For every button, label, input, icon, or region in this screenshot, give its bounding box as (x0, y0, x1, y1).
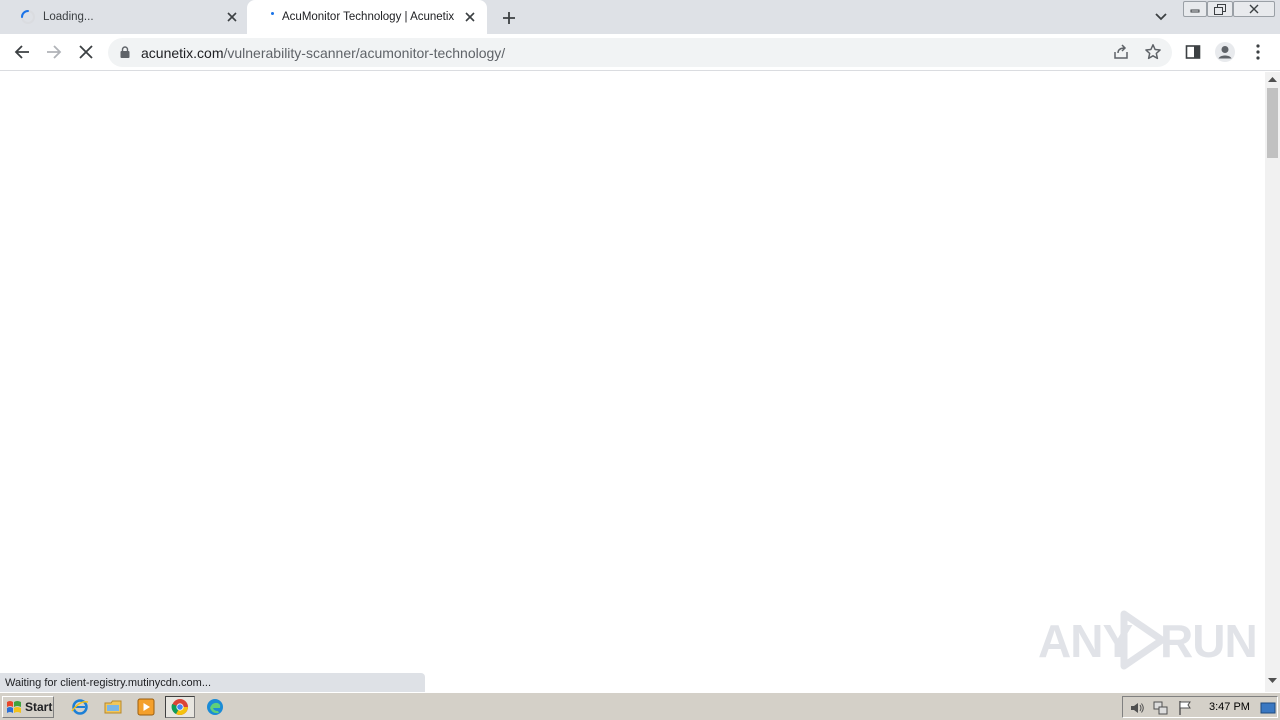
internet-explorer-icon[interactable] (71, 698, 89, 716)
new-tab-button[interactable] (498, 7, 520, 29)
close-icon (1249, 4, 1259, 14)
avatar-icon (1215, 42, 1235, 62)
anyrun-watermark: ANY RUN (1038, 608, 1258, 672)
back-button[interactable] (10, 40, 34, 64)
close-tab-icon[interactable] (462, 9, 478, 25)
tab-title: Loading... (43, 11, 94, 23)
scroll-up-icon[interactable] (1268, 76, 1277, 82)
share-icon[interactable] (1112, 43, 1130, 61)
side-panel-button[interactable] (1181, 40, 1205, 64)
vertical-scrollbar[interactable] (1265, 72, 1280, 692)
watermark-text-right: RUN (1160, 615, 1258, 667)
bookmark-star-icon[interactable] (1144, 43, 1162, 61)
profile-button[interactable] (1213, 40, 1237, 64)
minimize-icon (1190, 9, 1200, 13)
arrow-right-icon (47, 45, 62, 59)
window-restore-button[interactable] (1207, 1, 1233, 17)
chevron-down-icon (1155, 13, 1167, 21)
close-icon (79, 45, 93, 59)
show-desktop-icon[interactable] (1260, 700, 1276, 716)
window-close-button[interactable] (1233, 1, 1275, 17)
url-host: acunetix.com (141, 45, 224, 61)
stop-loading-button[interactable] (74, 40, 98, 64)
forward-button[interactable] (42, 40, 66, 64)
start-label: Start (25, 700, 53, 714)
url-path: /vulnerability-scanner/acumonitor-techno… (223, 45, 506, 61)
windows-flag-icon (7, 701, 21, 713)
network-icon[interactable] (1153, 700, 1169, 716)
tab-title: AcuMonitor Technology | Acunetix (282, 11, 455, 23)
menu-button[interactable] (1246, 40, 1270, 64)
close-tab-icon[interactable] (224, 9, 240, 25)
window-minimize-button[interactable] (1183, 1, 1207, 17)
start-button[interactable]: Start (2, 696, 54, 718)
file-explorer-icon[interactable] (104, 698, 122, 716)
status-bubble: Waiting for client-registry.mutinycdn.co… (0, 673, 425, 692)
plus-icon (503, 12, 515, 24)
chrome-icon[interactable] (165, 696, 195, 718)
loading-dot-icon (271, 12, 274, 15)
clock[interactable]: 3:47 PM (1209, 701, 1250, 713)
side-panel-icon (1185, 45, 1201, 59)
more-vert-icon (1256, 44, 1260, 60)
tab-active[interactable]: AcuMonitor Technology | Acunetix (247, 0, 487, 34)
loading-spinner-icon (21, 10, 35, 24)
url-text[interactable]: acunetix.com/vulnerability-scanner/acumo… (141, 45, 505, 61)
tab-loading[interactable]: Loading... (8, 0, 246, 34)
browser-toolbar: acunetix.com/vulnerability-scanner/acumo… (0, 34, 1280, 71)
action-center-flag-icon[interactable] (1177, 700, 1193, 716)
restore-icon (1214, 3, 1226, 15)
taskbar: Start 3:47 PM (0, 692, 1280, 720)
edge-icon[interactable] (206, 698, 224, 716)
tab-search-button[interactable] (1151, 8, 1171, 26)
address-bar[interactable]: acunetix.com/vulnerability-scanner/acumo… (108, 38, 1172, 67)
page-viewport[interactable] (0, 72, 1265, 692)
lock-icon[interactable] (120, 46, 130, 58)
media-player-icon[interactable] (137, 698, 155, 716)
scrollbar-thumb[interactable] (1267, 88, 1278, 158)
scroll-down-icon[interactable] (1268, 678, 1277, 684)
volume-icon[interactable] (1129, 700, 1145, 716)
arrow-left-icon (14, 45, 29, 59)
system-tray: 3:47 PM (1122, 696, 1278, 718)
tab-strip: Loading... AcuMonitor Technology | Acune… (0, 0, 1280, 34)
